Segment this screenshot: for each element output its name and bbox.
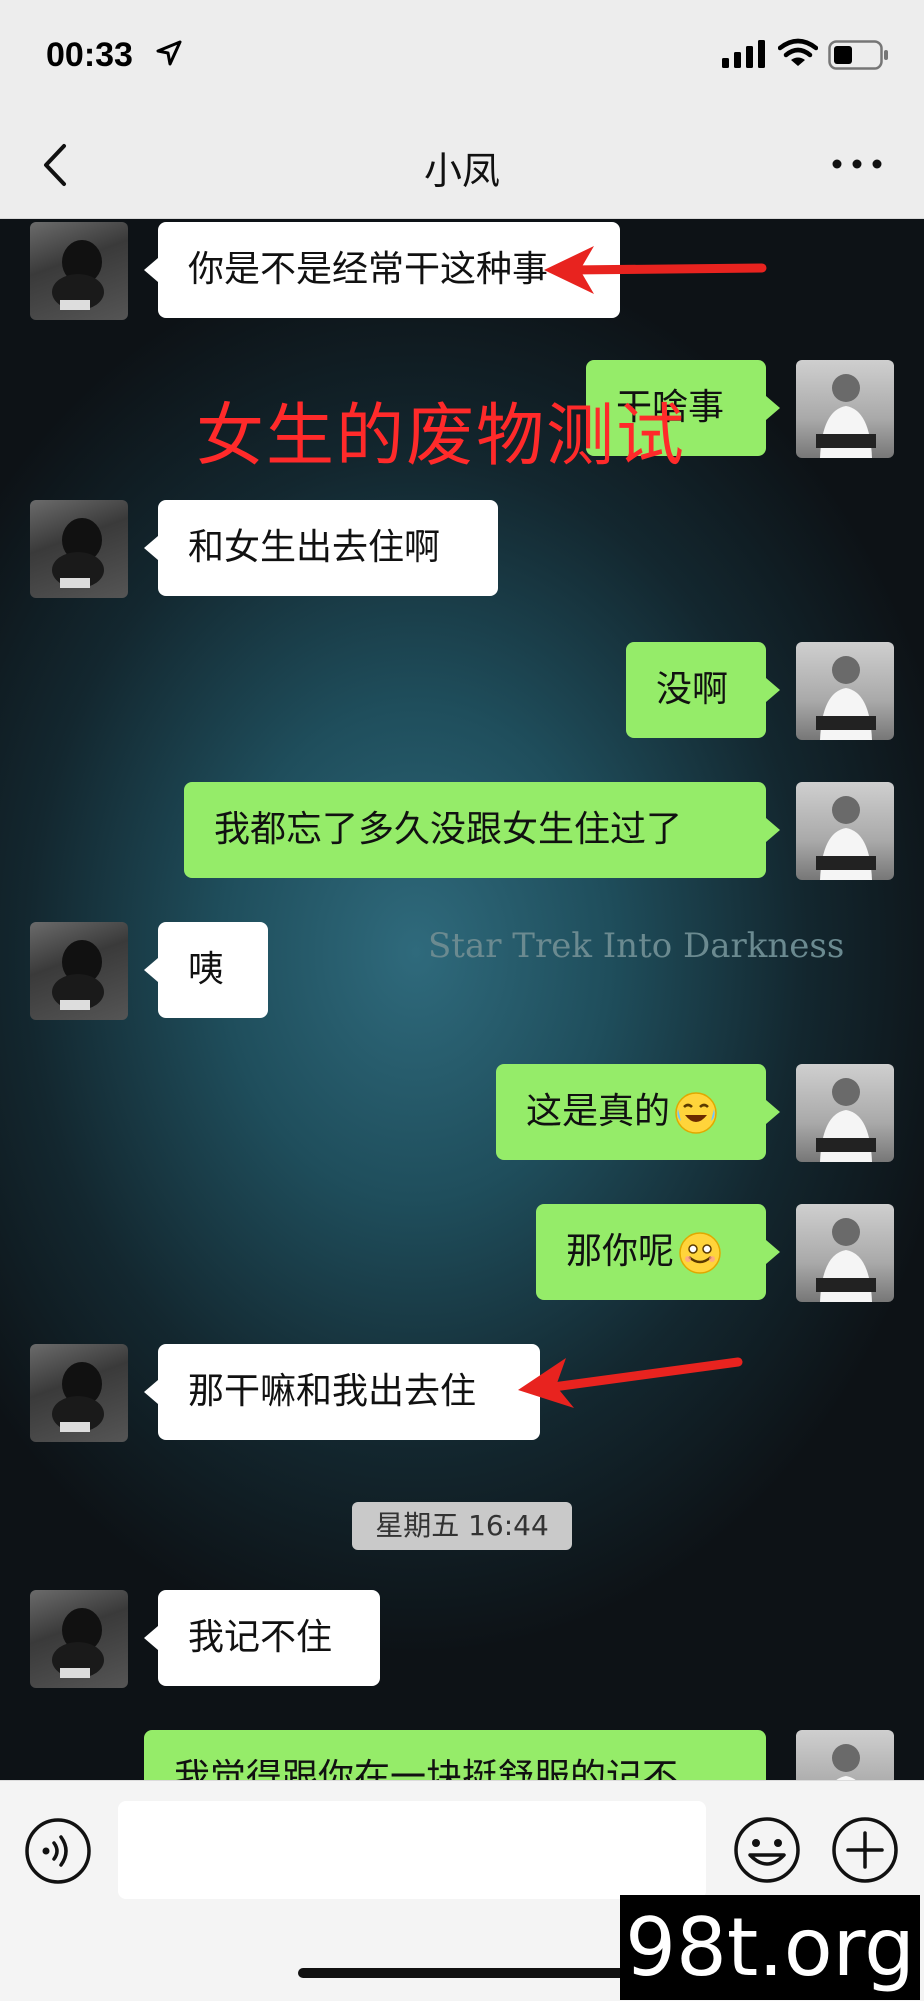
chat-title: 小凤 — [423, 149, 500, 193]
my-avatar-image — [816, 796, 876, 880]
message-bubble[interactable]: 我觉得跟你在一块挺舒服的记不 — [144, 1730, 766, 1780]
message-bubble[interactable]: 我都忘了多久没跟女生住过了 — [184, 782, 780, 878]
chat-timestamp: 星期五 16:44 — [352, 1502, 572, 1550]
contact-avatar-image — [52, 240, 104, 310]
my-avatar[interactable] — [796, 642, 894, 740]
my-avatar-image — [816, 1078, 876, 1162]
contact-avatar-image — [52, 1608, 104, 1678]
message-bubble[interactable]: 我记不住 — [144, 1590, 380, 1686]
red-arrow-annotation — [518, 1357, 743, 1408]
message-bubble[interactable]: 那你呢 — [536, 1204, 780, 1300]
voice-input-icon[interactable] — [24, 1817, 92, 1885]
plus-circle-icon[interactable] — [830, 1815, 900, 1885]
grin-sweat-emoji-icon — [679, 1232, 721, 1274]
chat-area[interactable]: 你是不是经常干这种事 干啥事 和女生出去住啊 没啊 我都忘了多久没跟女生住过了 — [0, 218, 924, 1780]
message-bubble[interactable]: 咦 — [144, 922, 268, 1018]
my-avatar[interactable] — [796, 1064, 894, 1162]
battery-icon — [828, 40, 888, 70]
my-avatar-image — [816, 656, 876, 740]
status-bar: 00:33 — [0, 0, 924, 112]
status-time: 00:33 — [46, 36, 133, 74]
message-input[interactable] — [118, 1801, 706, 1899]
contact-avatar-image — [52, 940, 104, 1010]
contact-avatar-image — [52, 1362, 104, 1432]
contact-avatar[interactable] — [30, 222, 128, 320]
home-indicator[interactable] — [298, 1968, 628, 1978]
chat-header: 小凤 — [0, 112, 924, 219]
my-avatar[interactable] — [796, 1730, 894, 1780]
my-avatar-image — [816, 374, 876, 458]
contact-avatar[interactable] — [30, 1590, 128, 1688]
message-text: 这是真的 — [526, 1091, 671, 1132]
watermark-text: Star Trek Into Darkness — [428, 926, 845, 966]
message-bubble[interactable]: 和女生出去住啊 — [144, 500, 498, 596]
my-avatar[interactable] — [796, 360, 894, 458]
red-caption-overlay: 女生的废物测试 — [196, 397, 687, 476]
emoji-face-icon[interactable] — [732, 1815, 802, 1885]
wifi-icon — [778, 38, 818, 66]
my-avatar[interactable] — [796, 782, 894, 880]
my-avatar-image — [816, 1218, 876, 1302]
contact-avatar[interactable] — [30, 1344, 128, 1442]
message-text: 那你呢 — [566, 1231, 675, 1272]
message-bubble[interactable]: 这是真的 — [496, 1064, 780, 1160]
contact-avatar-image — [52, 518, 104, 588]
laugh-cry-emoji-icon — [675, 1092, 717, 1134]
more-options-button[interactable] — [830, 152, 884, 176]
contact-avatar[interactable] — [30, 500, 128, 598]
my-avatar-image — [832, 1744, 860, 1780]
message-bubble[interactable]: 没啊 — [626, 642, 780, 738]
location-arrow-icon — [156, 40, 182, 66]
contact-avatar[interactable] — [30, 922, 128, 1020]
red-arrow-annotation — [544, 246, 767, 294]
message-bubble[interactable]: 那干嘛和我出去住 — [144, 1344, 540, 1440]
cell-signal-icon — [722, 40, 765, 68]
my-avatar[interactable] — [796, 1204, 894, 1302]
site-watermark-badge: 98t.org — [620, 1895, 920, 2000]
